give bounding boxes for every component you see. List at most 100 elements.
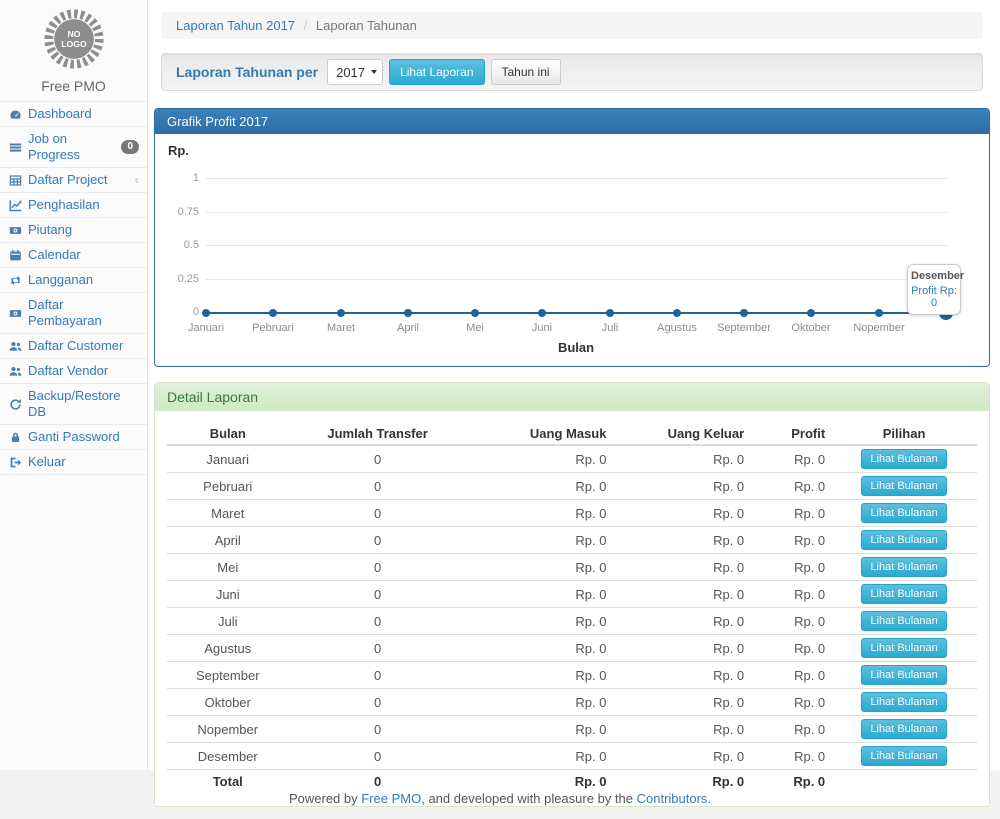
breadcrumb: Laporan Tahun 2017 / Laporan Tahunan <box>161 12 983 39</box>
chart-point-pebruari[interactable] <box>269 309 277 317</box>
cell-profit: Rp. 0 <box>750 473 831 500</box>
cell-transfer: 0 <box>289 527 467 554</box>
sidebar-item-ganti-password[interactable]: Ganti Password <box>0 425 147 450</box>
y-axis-title: Rp. <box>168 143 189 158</box>
sidebar: NO LOGO Free PMO Dashboard Job on Progre… <box>0 0 148 770</box>
cell-keluar: Rp. 0 <box>612 554 750 581</box>
sidebar-item-daftar-pembayaran[interactable]: Daftar Pembayaran <box>0 293 147 334</box>
cell-transfer: 0 <box>289 554 467 581</box>
sidebar-item-piutang[interactable]: Piutang <box>0 218 147 243</box>
chart-point-mei[interactable] <box>471 309 479 317</box>
total-profit: Rp. 0 <box>750 770 831 794</box>
money-icon <box>8 224 22 237</box>
tooltip-title: Desember <box>911 270 957 282</box>
sidebar-item-label: Daftar Pembayaran <box>28 297 139 329</box>
lihat-bulanan-button[interactable]: Lihat Bulanan <box>861 476 946 496</box>
table-row: Juni 0 Rp. 0 Rp. 0 Rp. 0 Lihat Bulanan <box>167 581 977 608</box>
lihat-bulanan-button[interactable]: Lihat Bulanan <box>861 719 946 739</box>
sidebar-item-penghasilan[interactable]: Penghasilan <box>0 193 147 218</box>
lihat-bulanan-button[interactable]: Lihat Bulanan <box>861 530 946 550</box>
cell-transfer: 0 <box>289 500 467 527</box>
x-tick-label: Pebruari <box>238 322 308 334</box>
footer-text: Powered by <box>289 791 358 806</box>
table-row: Maret 0 Rp. 0 Rp. 0 Rp. 0 Lihat Bulanan <box>167 500 977 527</box>
cell-bulan: Juni <box>167 581 289 608</box>
x-tick-label: Januari <box>171 322 241 334</box>
year-select[interactable]: 2017 <box>327 59 383 85</box>
table-row: Januari 0 Rp. 0 Rp. 0 Rp. 0 Lihat Bulana… <box>167 445 977 473</box>
cell-keluar: Rp. 0 <box>612 689 750 716</box>
cell-profit: Rp. 0 <box>750 662 831 689</box>
dashboard-icon <box>8 108 22 121</box>
x-tick-label: Juni <box>507 322 577 334</box>
sidebar-item-label: Dashboard <box>28 106 92 122</box>
chart-point-nopember[interactable] <box>875 309 883 317</box>
y-tick-label: 0.5 <box>155 239 199 251</box>
footer-brand-link[interactable]: Free PMO <box>361 791 421 806</box>
sidebar-item-label: Keluar <box>28 454 66 470</box>
sidebar-item-label: Job on Progress <box>28 131 115 163</box>
cell-profit: Rp. 0 <box>750 743 831 770</box>
sidebar-item-daftar-customer[interactable]: Daftar Customer <box>0 334 147 359</box>
cell-transfer: 0 <box>289 635 467 662</box>
profit-series-line <box>206 312 946 314</box>
chart-gridline <box>206 212 947 213</box>
y-tick-label: 0.25 <box>155 273 199 285</box>
cell-transfer: 0 <box>289 716 467 743</box>
cell-profit: Rp. 0 <box>750 500 831 527</box>
lihat-bulanan-button[interactable]: Lihat Bulanan <box>861 503 946 523</box>
sidebar-item-keluar[interactable]: Keluar <box>0 450 147 475</box>
cell-bulan: Januari <box>167 445 289 473</box>
table-row: April 0 Rp. 0 Rp. 0 Rp. 0 Lihat Bulanan <box>167 527 977 554</box>
lihat-bulanan-button[interactable]: Lihat Bulanan <box>861 746 946 766</box>
brand-name: Free PMO <box>0 78 147 94</box>
footer-contributors-link[interactable]: Contributors. <box>637 791 711 806</box>
cell-bulan: Mei <box>167 554 289 581</box>
x-tick-label: Agustus <box>642 322 712 334</box>
tahun-ini-button[interactable]: Tahun ini <box>491 59 561 85</box>
sidebar-item-daftar-project[interactable]: Daftar Project ‹ <box>0 168 147 193</box>
lihat-bulanan-button[interactable]: Lihat Bulanan <box>861 584 946 604</box>
sign-out-icon <box>8 456 22 469</box>
lihat-bulanan-button[interactable]: Lihat Bulanan <box>861 449 946 469</box>
col-header-bulan: Bulan <box>167 423 289 445</box>
lihat-bulanan-button[interactable]: Lihat Bulanan <box>861 557 946 577</box>
cell-masuk: Rp. 0 <box>467 716 613 743</box>
sidebar-item-calendar[interactable]: Calendar <box>0 243 147 268</box>
table-row: Juli 0 Rp. 0 Rp. 0 Rp. 0 Lihat Bulanan <box>167 608 977 635</box>
cell-profit: Rp. 0 <box>750 581 831 608</box>
profit-line-chart: Rp. 1 0.75 0.5 0.25 0 <box>155 134 989 366</box>
chart-point-juli[interactable] <box>606 309 614 317</box>
cell-masuk: Rp. 0 <box>467 635 613 662</box>
lihat-laporan-button[interactable]: Lihat Laporan <box>389 59 484 85</box>
chart-point-september[interactable] <box>740 309 748 317</box>
chart-gridline <box>206 178 947 179</box>
breadcrumb-divider: / <box>304 18 308 33</box>
cell-masuk: Rp. 0 <box>467 662 613 689</box>
lihat-bulanan-button[interactable]: Lihat Bulanan <box>861 611 946 631</box>
total-masuk: Rp. 0 <box>467 770 613 794</box>
sidebar-item-job-on-progress[interactable]: Job on Progress 0 <box>0 127 147 168</box>
x-tick-label: Maret <box>306 322 376 334</box>
chart-point-juni[interactable] <box>538 309 546 317</box>
sidebar-menu: Dashboard Job on Progress 0 Daftar Proje… <box>0 102 147 475</box>
chart-point-maret[interactable] <box>337 309 345 317</box>
sidebar-item-dashboard[interactable]: Dashboard <box>0 102 147 127</box>
chart-point-oktober[interactable] <box>807 309 815 317</box>
sidebar-item-daftar-vendor[interactable]: Daftar Vendor <box>0 359 147 384</box>
sidebar-item-backup-restore-db[interactable]: Backup/Restore DB <box>0 384 147 425</box>
breadcrumb-link[interactable]: Laporan Tahun 2017 <box>176 18 295 33</box>
table-row: Pebruari 0 Rp. 0 Rp. 0 Rp. 0 Lihat Bulan… <box>167 473 977 500</box>
chart-point-april[interactable] <box>404 309 412 317</box>
cell-transfer: 0 <box>289 689 467 716</box>
lihat-bulanan-button[interactable]: Lihat Bulanan <box>861 665 946 685</box>
lihat-bulanan-button[interactable]: Lihat Bulanan <box>861 638 946 658</box>
cell-transfer: 0 <box>289 581 467 608</box>
chart-point-agustus[interactable] <box>673 309 681 317</box>
chart-point-januari[interactable] <box>202 309 210 317</box>
cell-profit: Rp. 0 <box>750 608 831 635</box>
sidebar-item-langganan[interactable]: Langganan <box>0 268 147 293</box>
retweet-icon <box>8 274 22 287</box>
lihat-bulanan-button[interactable]: Lihat Bulanan <box>861 692 946 712</box>
cell-transfer: 0 <box>289 445 467 473</box>
